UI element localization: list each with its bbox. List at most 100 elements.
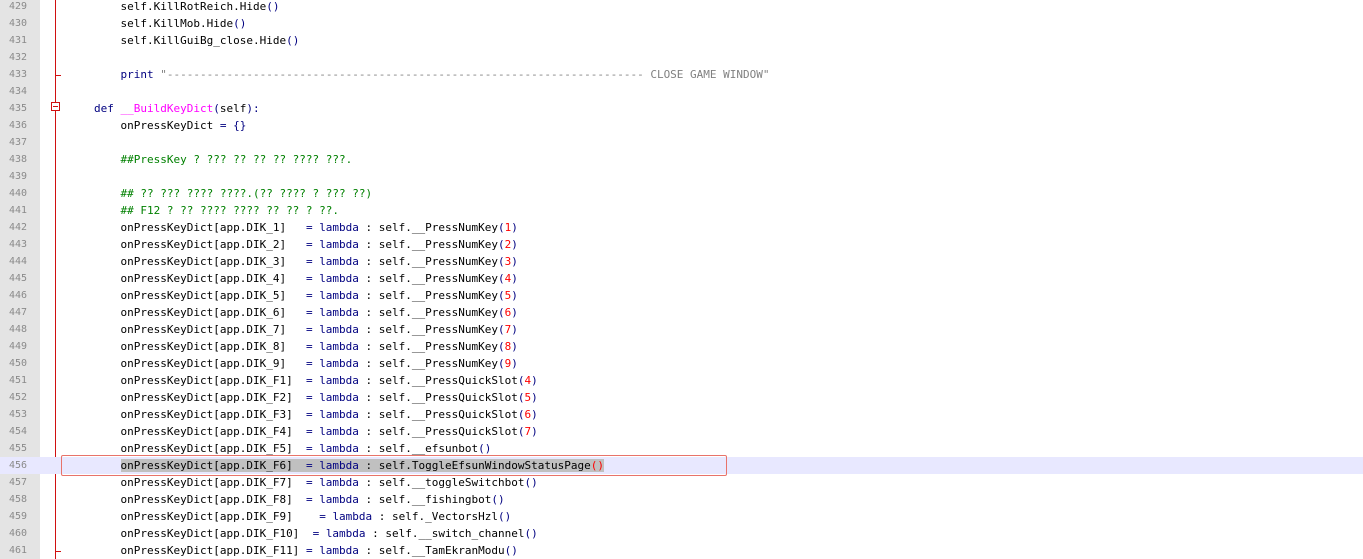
code-line[interactable]: 454 onPressKeyDict[app.DIK_F4] = lambda … bbox=[0, 423, 1363, 440]
code-line[interactable]: 451 onPressKeyDict[app.DIK_F1] = lambda … bbox=[0, 372, 1363, 389]
code-token: lambda bbox=[319, 340, 359, 353]
line-number: 435 bbox=[8, 103, 27, 114]
code-line[interactable]: 436 onPressKeyDict = {} bbox=[0, 117, 1363, 134]
code-token: def bbox=[94, 102, 114, 115]
code-token: ) bbox=[511, 306, 518, 319]
code-token: onPressKeyDict[app.DIK_F2] bbox=[120, 391, 306, 404]
code-token: () bbox=[233, 17, 247, 30]
code-line[interactable]: 453 onPressKeyDict[app.DIK_F3] = lambda … bbox=[0, 406, 1363, 423]
code-token: onPressKeyDict[app.DIK_2] bbox=[120, 238, 306, 251]
code-token: () bbox=[504, 544, 518, 557]
code-token: = bbox=[305, 357, 313, 370]
code-line[interactable]: 429 self.KillRotReich.Hide() bbox=[0, 0, 1363, 15]
code-token: onPressKeyDict[app.DIK_F3] bbox=[120, 408, 306, 421]
code-token: ( bbox=[498, 306, 505, 319]
code-line[interactable]: 437 bbox=[0, 134, 1363, 151]
code-line[interactable]: 452 onPressKeyDict[app.DIK_F2] = lambda … bbox=[0, 389, 1363, 406]
code-line[interactable]: 439 bbox=[0, 168, 1363, 185]
code-token: = bbox=[319, 510, 326, 523]
code-token: onPressKeyDict[app.DIK_F10] bbox=[120, 527, 313, 540]
code-line[interactable]: 461 onPressKeyDict[app.DIK_F11] = lambda… bbox=[0, 542, 1363, 559]
code-token: : self.__PressQuickSlot bbox=[358, 391, 518, 404]
code-line[interactable]: 440 ## ?? ??? ???? ????.(?? ???? ? ??? ?… bbox=[0, 185, 1363, 202]
code-token: : self.__PressNumKey bbox=[358, 272, 499, 285]
code-line[interactable]: 442 onPressKeyDict[app.DIK_1] = lambda :… bbox=[0, 219, 1363, 236]
code-token: lambda bbox=[319, 425, 359, 438]
code-token: : self.__efsunbot bbox=[358, 442, 479, 455]
line-number: 432 bbox=[8, 52, 27, 63]
code-token: onPressKeyDict[app.DIK_4] bbox=[120, 272, 306, 285]
code-token: ( bbox=[498, 357, 505, 370]
code-line[interactable]: 446 onPressKeyDict[app.DIK_5] = lambda :… bbox=[0, 287, 1363, 304]
code-token: onPressKeyDict[app.DIK_5] bbox=[120, 289, 306, 302]
code-line[interactable]: 433 print "-----------------------------… bbox=[0, 66, 1363, 83]
code-token: lambda bbox=[319, 442, 359, 455]
code-line[interactable]: 460 onPressKeyDict[app.DIK_F10] = lambda… bbox=[0, 525, 1363, 542]
code-token: ( bbox=[498, 221, 505, 234]
code-token: () bbox=[286, 34, 300, 47]
code-token: : self.__fishingbot bbox=[358, 493, 492, 506]
code-token: = bbox=[305, 374, 313, 387]
code-token: ) bbox=[511, 255, 518, 268]
code-line[interactable]: 434 bbox=[0, 83, 1363, 100]
code-line[interactable]: 448 onPressKeyDict[app.DIK_7] = lambda :… bbox=[0, 321, 1363, 338]
code-line[interactable]: 435 def __BuildKeyDict(self): bbox=[0, 100, 1363, 117]
code-line[interactable]: 450 onPressKeyDict[app.DIK_9] = lambda :… bbox=[0, 355, 1363, 372]
code-line[interactable]: 430 self.KillMob.Hide() bbox=[0, 15, 1363, 32]
code-token: ( bbox=[517, 425, 525, 438]
code-line[interactable]: 447 onPressKeyDict[app.DIK_6] = lambda :… bbox=[0, 304, 1363, 321]
code-token: self.KillGuiBg_close.Hide bbox=[120, 34, 287, 47]
code-token: () bbox=[498, 510, 512, 523]
code-line[interactable]: 459 onPressKeyDict[app.DIK_F9] = lambda … bbox=[0, 508, 1363, 525]
code-token: lambda bbox=[319, 357, 359, 370]
line-number: 433 bbox=[8, 69, 27, 80]
code-line[interactable]: 457 onPressKeyDict[app.DIK_F7] = lambda … bbox=[0, 474, 1363, 491]
code-token: lambda bbox=[319, 408, 359, 421]
line-number: 460 bbox=[8, 528, 27, 539]
code-token: ) bbox=[511, 323, 518, 336]
code-token: onPressKeyDict[app.DIK_F1] bbox=[120, 374, 306, 387]
code-text: onPressKeyDict[app.DIK_6] = lambda : sel… bbox=[94, 304, 518, 321]
code-line[interactable]: 445 onPressKeyDict[app.DIK_4] = lambda :… bbox=[0, 270, 1363, 287]
code-token: : self.__PressNumKey bbox=[358, 238, 499, 251]
code-token: lambda bbox=[319, 493, 359, 506]
code-text: onPressKeyDict[app.DIK_F8] = lambda : se… bbox=[94, 491, 505, 508]
code-token: = bbox=[305, 323, 313, 336]
code-line[interactable]: 438 ##PressKey ? ??? ?? ?? ?? ???? ???. bbox=[0, 151, 1363, 168]
code-token: onPressKeyDict[app.DIK_8] bbox=[120, 340, 306, 353]
code-token: ## ?? ??? ???? ????.(?? ???? ? ??? ??) bbox=[120, 187, 373, 200]
code-line[interactable]: 449 onPressKeyDict[app.DIK_8] = lambda :… bbox=[0, 338, 1363, 355]
code-token: = bbox=[305, 493, 313, 506]
line-number: 442 bbox=[8, 222, 27, 233]
code-line[interactable]: 458 onPressKeyDict[app.DIK_F8] = lambda … bbox=[0, 491, 1363, 508]
code-line[interactable]: 441 ## F12 ? ?? ???? ???? ?? ?? ? ??. bbox=[0, 202, 1363, 219]
code-token: onPressKeyDict[app.DIK_F7] bbox=[120, 476, 306, 489]
code-token: lambda bbox=[319, 323, 359, 336]
code-line[interactable]: 431 self.KillGuiBg_close.Hide() bbox=[0, 32, 1363, 49]
code-token: : self._VectorsHzl bbox=[372, 510, 499, 523]
code-token: () bbox=[524, 476, 538, 489]
code-token: () bbox=[478, 442, 492, 455]
code-token: ( bbox=[517, 374, 525, 387]
code-token: self.KillMob.Hide bbox=[120, 17, 234, 30]
code-token: = bbox=[305, 272, 313, 285]
code-token: () bbox=[491, 493, 505, 506]
code-line[interactable]: 432 bbox=[0, 49, 1363, 66]
code-line[interactable]: 443 onPressKeyDict[app.DIK_2] = lambda :… bbox=[0, 236, 1363, 253]
code-line[interactable]: 444 onPressKeyDict[app.DIK_3] = lambda :… bbox=[0, 253, 1363, 270]
line-number: 434 bbox=[8, 86, 27, 97]
code-token: lambda bbox=[319, 306, 359, 319]
highlight-annotation-box bbox=[61, 455, 727, 476]
